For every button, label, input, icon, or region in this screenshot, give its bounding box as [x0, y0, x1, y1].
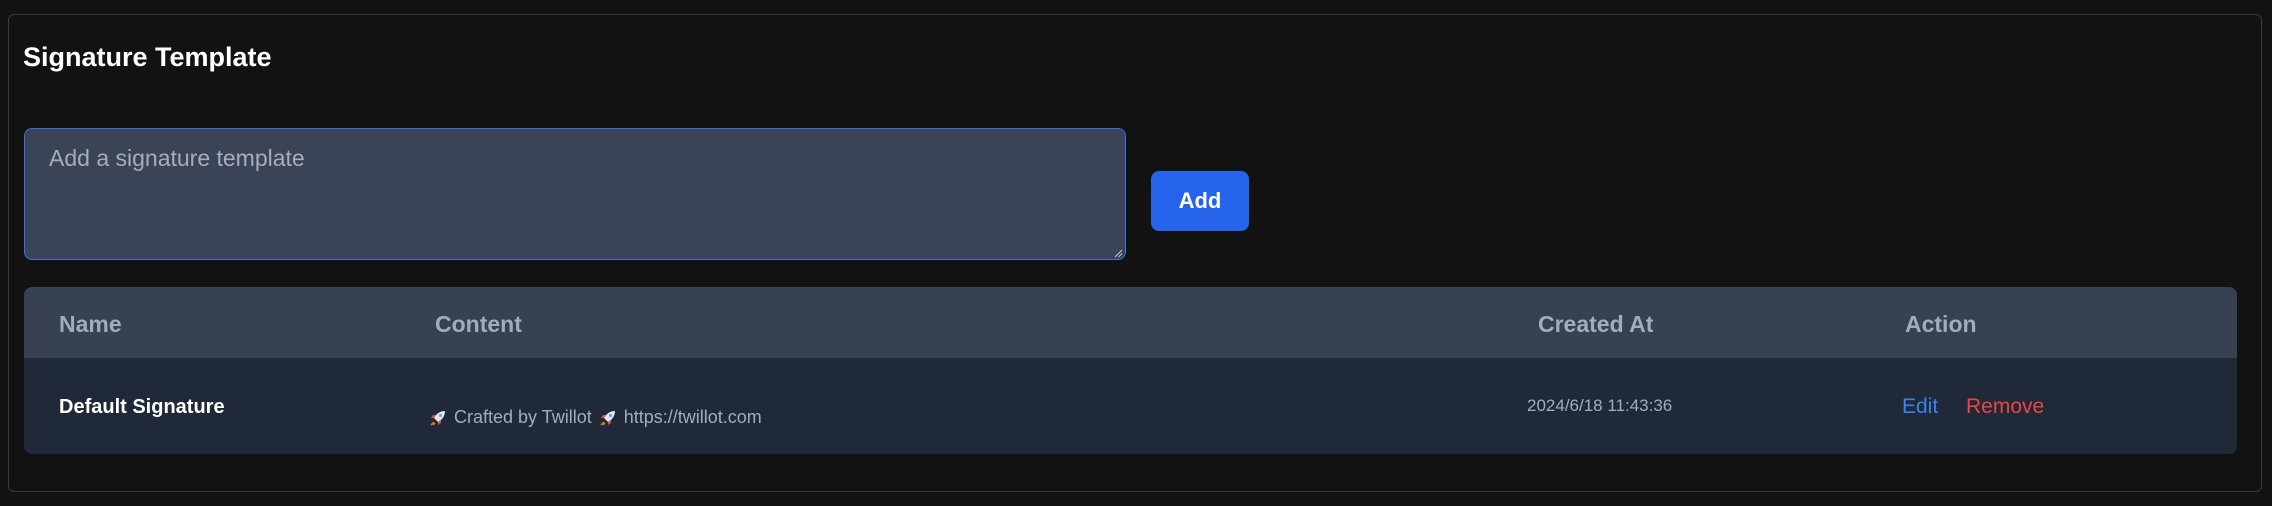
add-button[interactable]: Add [1151, 171, 1249, 231]
signature-template-input[interactable] [24, 128, 1126, 260]
signature-content-url: https://twillot.com [623, 407, 762, 427]
created-at-value: 2024/6/18 11:43:36 [1527, 396, 1673, 415]
resize-handle-icon[interactable] [1114, 249, 1123, 258]
column-header-name: Name [59, 311, 122, 337]
edit-button[interactable]: Edit [1902, 395, 1938, 419]
signature-content: Crafted by Twillot https://twillot.com [428, 407, 762, 428]
page-title: Signature Template [23, 42, 272, 72]
rocket-icon [430, 410, 445, 426]
signature-table: Name Content Created At Action Default S… [24, 287, 2237, 454]
column-header-action: Action [1905, 311, 1977, 337]
column-header-created-at: Created At [1538, 311, 1654, 337]
table-header: Name Content Created At Action [24, 287, 2237, 358]
signature-content-text: Crafted by Twillot [454, 407, 592, 427]
rocket-icon [600, 410, 615, 426]
table-row: Default Signature Crafted by Twillot htt… [24, 358, 2237, 454]
signature-name: Default Signature [59, 396, 225, 418]
remove-button[interactable]: Remove [1966, 395, 2044, 419]
column-header-content: Content [435, 311, 522, 337]
